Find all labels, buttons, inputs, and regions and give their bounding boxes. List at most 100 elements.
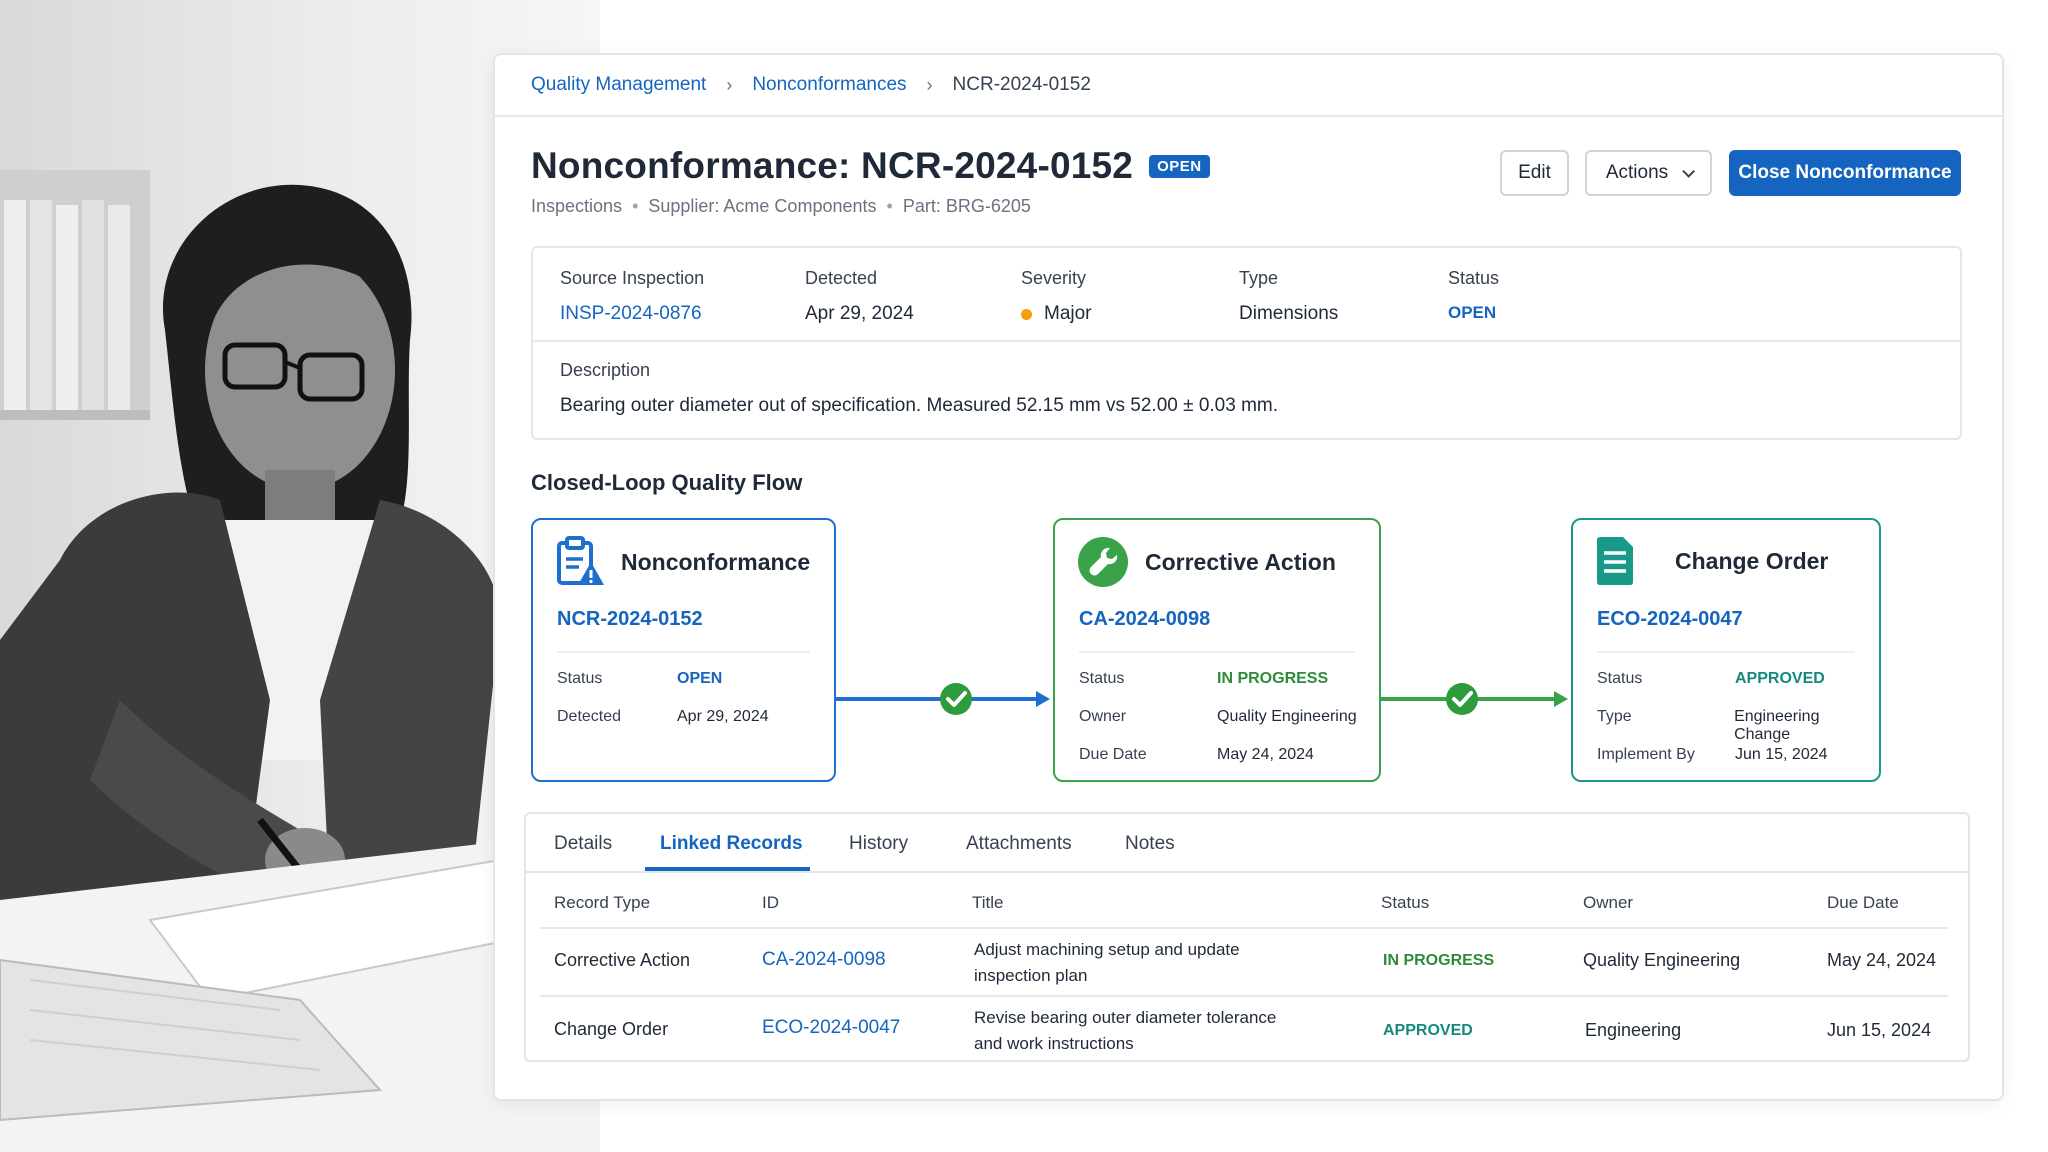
severity-value: Major bbox=[1021, 303, 1092, 325]
cell-status: IN PROGRESS bbox=[1383, 952, 1495, 969]
source-inspection-link[interactable]: INSP-2024-0876 bbox=[560, 303, 704, 325]
flow-card-corrective-action[interactable]: Corrective Action CA-2024-0098 Status IN… bbox=[1053, 518, 1381, 782]
cell-record-type: Change Order bbox=[554, 1019, 669, 1039]
row-value: APPROVED bbox=[1735, 670, 1825, 687]
close-nonconformance-button[interactable]: Close Nonconformance bbox=[1729, 150, 1961, 196]
description-text: Bearing outer diameter out of specificat… bbox=[560, 395, 1279, 416]
field-status: Status OPEN bbox=[1448, 268, 1499, 323]
chevron-right-icon: › bbox=[926, 74, 933, 95]
cell-record-type: Corrective Action bbox=[554, 950, 691, 970]
tab-history[interactable]: History bbox=[849, 814, 908, 873]
flow-card-row: Detected Apr 29, 2024 bbox=[557, 708, 769, 726]
status-badge: OPEN bbox=[1149, 154, 1210, 178]
flow-card-title: Corrective Action bbox=[1145, 548, 1336, 575]
flow-connector-arrow bbox=[1381, 683, 1568, 715]
summary-panel: Source Inspection INSP-2024-0876 Detecte… bbox=[531, 246, 1962, 440]
field-label: Detected bbox=[805, 268, 878, 288]
actions-label: Actions bbox=[1605, 162, 1669, 183]
flow-card-header: Change Order bbox=[1595, 536, 1828, 586]
field-value: Apr 29, 2024 bbox=[805, 303, 914, 324]
tab-notes[interactable]: Notes bbox=[1125, 814, 1175, 873]
flow-section-title: Closed-Loop Quality Flow bbox=[531, 470, 803, 495]
tab-linked-records[interactable]: Linked Records bbox=[660, 814, 803, 873]
chevron-down-icon bbox=[1682, 164, 1696, 178]
cell-title: Adjust machining setup and update inspec… bbox=[974, 940, 1240, 985]
flow-card-row: Owner Quality Engineering bbox=[1079, 708, 1357, 726]
field-severity: Severity Major bbox=[1021, 268, 1092, 325]
flow-card-row: Status IN PROGRESS bbox=[1079, 670, 1328, 688]
flow-card-row: Status OPEN bbox=[557, 670, 722, 688]
breadcrumb-nonconformances[interactable]: Nonconformances bbox=[752, 74, 906, 96]
status-value: OPEN bbox=[1448, 303, 1497, 322]
divider bbox=[1597, 651, 1855, 653]
flow-card-row: Due Date May 24, 2024 bbox=[1079, 746, 1314, 764]
table-header: Record Type ID Title Status Owner Due Da… bbox=[540, 873, 1948, 929]
row-value: May 24, 2024 bbox=[1217, 746, 1314, 763]
field-label: Source Inspection bbox=[560, 268, 705, 288]
column-header: Title bbox=[972, 893, 1004, 912]
flow-card-row: Implement By Jun 15, 2024 bbox=[1597, 746, 1828, 764]
wrench-icon bbox=[1078, 537, 1128, 587]
row-value: Engineering Change bbox=[1734, 708, 1820, 743]
flow-card-nonconformance[interactable]: Nonconformance NCR-2024-0152 Status OPEN… bbox=[531, 518, 836, 782]
severity-dot-icon bbox=[1021, 308, 1032, 320]
tab-attachments[interactable]: Attachments bbox=[966, 814, 1072, 873]
edit-button[interactable]: Edit bbox=[1500, 150, 1569, 196]
divider bbox=[1079, 651, 1355, 653]
column-header: Owner bbox=[1583, 893, 1634, 912]
flow-card-change-order[interactable]: Change Order ECO-2024-0047 Status APPROV… bbox=[1571, 518, 1881, 782]
cell-id-link[interactable]: ECO-2024-0047 bbox=[762, 1017, 900, 1039]
subtitle-category: Inspections bbox=[531, 196, 623, 216]
column-header: Status bbox=[1381, 893, 1430, 912]
chevron-right-icon: › bbox=[726, 74, 733, 95]
breadcrumb-current: NCR-2024-0152 bbox=[952, 74, 1091, 95]
row-key: Status bbox=[1597, 670, 1643, 687]
actions-dropdown-button[interactable]: Actions bbox=[1585, 150, 1712, 196]
records-panel: Details Linked Records History Attachmen… bbox=[524, 812, 1970, 1062]
table-row[interactable]: Corrective Action CA-2024-0098 Adjust ma… bbox=[540, 929, 1948, 997]
row-key: Status bbox=[557, 670, 603, 687]
separator-dot: • bbox=[632, 196, 639, 216]
field-description: Description Bearing outer diameter out o… bbox=[560, 360, 1278, 417]
document-icon bbox=[1597, 537, 1633, 585]
cell-owner: Engineering bbox=[1585, 1020, 1682, 1040]
field-label: Description bbox=[560, 360, 651, 380]
column-header: ID bbox=[762, 893, 779, 912]
title-row: Nonconformance: NCR-2024-0152 OPEN bbox=[531, 145, 1210, 187]
row-value: Quality Engineering bbox=[1217, 708, 1357, 725]
separator-dot: • bbox=[886, 196, 893, 216]
flow-card-id-link[interactable]: CA-2024-0098 bbox=[1079, 608, 1210, 631]
breadcrumb-quality-management[interactable]: Quality Management bbox=[531, 74, 706, 96]
divider bbox=[557, 651, 810, 653]
field-label: Type bbox=[1239, 268, 1279, 288]
subtitle-supplier: Supplier: Acme Components bbox=[648, 196, 877, 216]
flow-card-id-link[interactable]: ECO-2024-0047 bbox=[1597, 608, 1743, 631]
row-key: Type bbox=[1597, 708, 1632, 725]
row-value: IN PROGRESS bbox=[1217, 670, 1329, 687]
clipboard-warning-icon bbox=[557, 536, 604, 585]
row-key: Status bbox=[1079, 670, 1125, 687]
severity-text: Major bbox=[1044, 303, 1092, 324]
cell-id-link[interactable]: CA-2024-0098 bbox=[762, 949, 886, 971]
field-value: Dimensions bbox=[1239, 303, 1339, 324]
field-label: Severity bbox=[1021, 268, 1087, 288]
tab-bar: Details Linked Records History Attachmen… bbox=[526, 814, 1968, 873]
flow-card-title: Change Order bbox=[1675, 547, 1829, 574]
row-value: OPEN bbox=[677, 670, 723, 687]
flow-card-header: Nonconformance bbox=[555, 536, 810, 588]
column-header: Record Type bbox=[554, 893, 651, 912]
cell-title: Revise bearing outer diameter tolerance … bbox=[974, 1008, 1277, 1053]
cell-due-date: Jun 15, 2024 bbox=[1827, 1020, 1932, 1040]
summary-fields: Source Inspection INSP-2024-0876 Detecte… bbox=[533, 248, 1960, 342]
cell-owner: Quality Engineering bbox=[1583, 950, 1741, 970]
flow-card-id-link[interactable]: NCR-2024-0152 bbox=[557, 608, 703, 631]
cell-due-date: May 24, 2024 bbox=[1827, 950, 1937, 970]
page-subtitle: Inspections • Supplier: Acme Components … bbox=[531, 196, 1031, 217]
tab-details[interactable]: Details bbox=[554, 814, 612, 873]
field-detected: Detected Apr 29, 2024 bbox=[805, 268, 914, 325]
field-label: Status bbox=[1448, 268, 1500, 288]
nonconformance-detail-card: Quality Management › Nonconformances › N… bbox=[493, 53, 2004, 1101]
table-row[interactable]: Change Order ECO-2024-0047 Revise bearin… bbox=[540, 997, 1948, 1065]
flow-card-header: Corrective Action bbox=[1077, 536, 1336, 588]
flow-card-row: Type Engineering Change bbox=[1597, 708, 1879, 744]
